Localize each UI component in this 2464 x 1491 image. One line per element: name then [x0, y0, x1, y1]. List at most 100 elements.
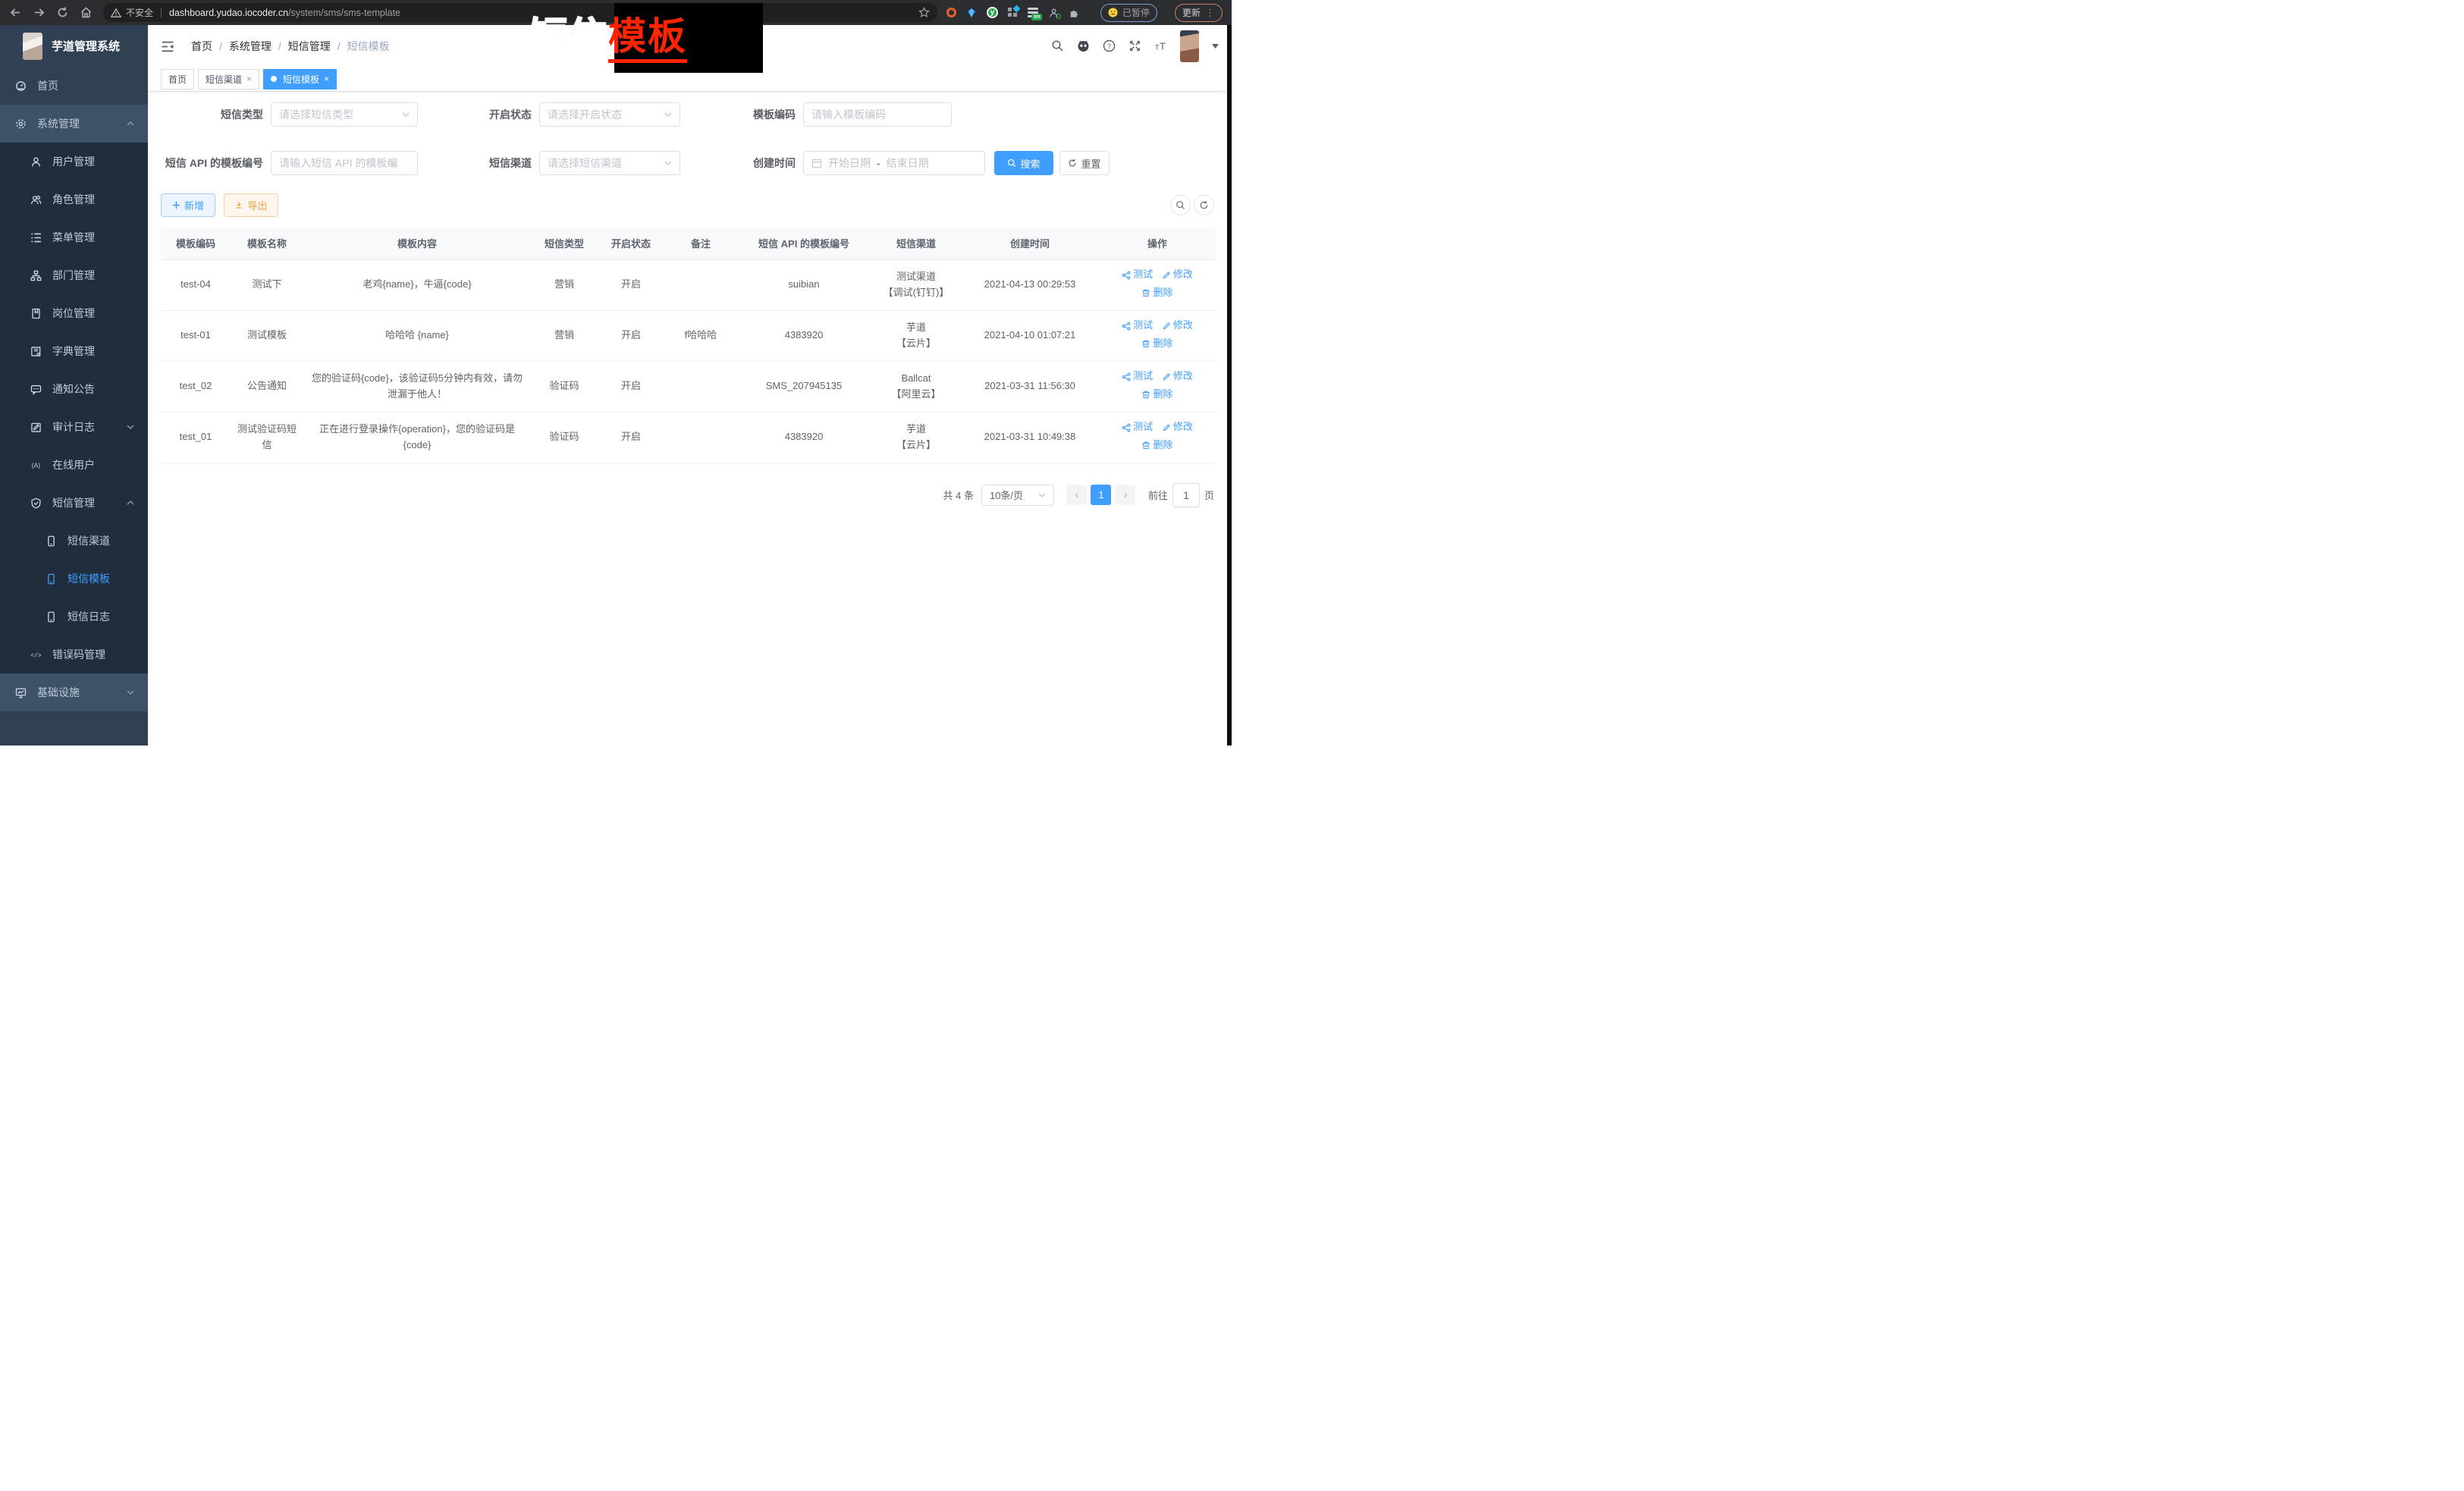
sidebar-item-sms-channel[interactable]: 短信渠道	[0, 522, 148, 560]
ext-user-search-icon[interactable]	[1049, 8, 1059, 18]
fullscreen-icon[interactable]	[1128, 39, 1141, 52]
delete-link[interactable]: 删除	[1141, 336, 1172, 352]
sidebar-item-menu-mgmt[interactable]: 菜单管理	[0, 218, 148, 256]
emoji-face-icon	[1108, 8, 1118, 17]
security-chip[interactable]: 不安全	[111, 6, 153, 19]
page-url[interactable]: dashboard.yudao.iocoder.cn/system/sms/sm…	[169, 8, 400, 18]
edit-icon	[1162, 271, 1171, 280]
tab-home[interactable]: 首页	[161, 69, 194, 89]
chevron-down-icon	[1038, 493, 1046, 498]
end-date-placeholder[interactable]: 结束日期	[887, 155, 929, 171]
ext-grid-icon[interactable]	[1008, 8, 1018, 17]
app-logo[interactable]: 芋道管理系统	[0, 25, 148, 67]
breadcrumb-sms[interactable]: 短信管理	[288, 39, 347, 54]
trash-icon	[1141, 288, 1150, 297]
date-range-picker[interactable]: 开始日期 - 结束日期	[803, 151, 985, 175]
user-avatar[interactable]	[1180, 30, 1199, 62]
bookmark-star-icon[interactable]	[918, 7, 930, 18]
search-button[interactable]: 搜索	[994, 151, 1053, 175]
caret-down-icon[interactable]	[1212, 44, 1219, 49]
add-button[interactable]: 新增	[161, 193, 215, 217]
tab-sms-template[interactable]: 短信模板	[263, 69, 337, 89]
sidebar-item-home[interactable]: 首页	[0, 67, 148, 105]
col-api-template-id: 短信 API 的模板编号	[737, 228, 871, 259]
reload-icon[interactable]	[56, 6, 69, 19]
share-icon	[1122, 322, 1131, 331]
back-icon[interactable]	[9, 6, 22, 19]
home-icon[interactable]	[80, 6, 93, 19]
table-header-row: 模板编码 模板名称 模板内容 短信类型 开启状态 备注 短信 API 的模板编号…	[161, 228, 1216, 259]
sidebar-item-post-mgmt[interactable]: 岗位管理	[0, 294, 148, 332]
table-tools	[1170, 195, 1214, 215]
chevron-down-icon	[402, 112, 410, 117]
reset-button[interactable]: 重置	[1059, 151, 1110, 175]
ext-gem-icon[interactable]	[966, 8, 977, 18]
phone-icon	[46, 611, 57, 623]
ext-y-icon[interactable]: y	[987, 7, 998, 18]
github-icon[interactable]	[1077, 39, 1090, 52]
edit-icon	[1162, 423, 1171, 432]
sms-type-select[interactable]: 请选择短信类型	[271, 102, 418, 127]
sidebar-item-sms-log[interactable]: 短信日志	[0, 598, 148, 636]
extensions-puzzle-icon[interactable]	[1069, 8, 1080, 18]
sidebar-item-online-users[interactable]: (A) 在线用户	[0, 446, 148, 484]
collapse-sidebar-icon[interactable]	[161, 40, 174, 52]
test-link[interactable]: 测试	[1122, 318, 1153, 334]
sidebar-item-sms-template[interactable]: 短信模板	[0, 560, 148, 598]
status-select[interactable]: 请选择开启状态	[539, 102, 680, 127]
test-link[interactable]: 测试	[1122, 267, 1153, 283]
sidebar-item-label: 首页	[37, 78, 58, 93]
ext-paused-pill[interactable]: 已暂停	[1100, 4, 1157, 22]
edit-link[interactable]: 修改	[1162, 419, 1193, 435]
ext-list-icon[interactable]: on	[1028, 8, 1039, 17]
sidebar-item-user-mgmt[interactable]: 用户管理	[0, 143, 148, 180]
breadcrumb-home[interactable]: 首页	[191, 39, 229, 54]
browser-update-pill[interactable]: 更新	[1175, 4, 1223, 22]
sidebar-item-sms-mgmt[interactable]: 短信管理	[0, 484, 148, 522]
current-page[interactable]: 1	[1091, 485, 1111, 505]
ext-orange-ring-icon[interactable]	[946, 8, 956, 17]
forward-icon[interactable]	[33, 6, 46, 19]
delete-link[interactable]: 删除	[1141, 438, 1172, 454]
help-icon[interactable]: ?	[1103, 39, 1116, 52]
font-size-icon[interactable]: TT	[1154, 39, 1167, 52]
sidebar-item-error-code-mgmt[interactable]: </> 错误码管理	[0, 636, 148, 673]
address-bar[interactable]: 不安全 dashboard.yudao.iocoder.cn/system/sm…	[103, 3, 937, 22]
test-link[interactable]: 测试	[1122, 419, 1153, 435]
api-template-id-input[interactable]	[271, 151, 418, 175]
edit-link[interactable]: 修改	[1162, 267, 1193, 283]
delete-link[interactable]: 删除	[1141, 387, 1172, 403]
search-icon[interactable]	[1051, 39, 1064, 52]
edit-link[interactable]: 修改	[1162, 318, 1193, 334]
omnibox-divider	[161, 8, 162, 18]
tag-view-bar: 首页 短信渠道 短信模板	[148, 67, 1227, 92]
refresh-button[interactable]	[1194, 195, 1214, 215]
sidebar-item-dict-mgmt[interactable]: 字典管理	[0, 332, 148, 370]
next-page-button[interactable]	[1115, 485, 1135, 505]
sidebar-item-notice-mgmt[interactable]: 通知公告	[0, 370, 148, 408]
delete-link[interactable]: 删除	[1141, 285, 1172, 301]
download-icon	[234, 201, 243, 210]
template-code-input[interactable]	[803, 102, 952, 127]
close-icon[interactable]	[246, 74, 252, 84]
test-link[interactable]: 测试	[1122, 369, 1153, 385]
breadcrumb-system[interactable]: 系统管理	[229, 39, 288, 54]
tab-sms-channel[interactable]: 短信渠道	[198, 69, 259, 89]
export-button[interactable]: 导出	[224, 193, 278, 217]
page-size-select[interactable]: 10条/页	[981, 485, 1054, 506]
edit-link[interactable]: 修改	[1162, 369, 1193, 385]
channel-select[interactable]: 请选择短信渠道	[539, 151, 680, 175]
sidebar-item-infrastructure[interactable]: 基础设施	[0, 673, 148, 711]
sidebar-item-audit-log[interactable]: 审计日志	[0, 408, 148, 446]
goto-page-input[interactable]	[1172, 483, 1200, 507]
sidebar-item-dept-mgmt[interactable]: 部门管理	[0, 256, 148, 294]
start-date-placeholder[interactable]: 开始日期	[828, 155, 871, 171]
sidebar-item-role-mgmt[interactable]: 角色管理	[0, 180, 148, 218]
search-toggle-button[interactable]	[1170, 195, 1191, 215]
sidebar-item-system-mgmt[interactable]: 系统管理	[0, 105, 148, 143]
prev-page-button[interactable]	[1066, 485, 1087, 505]
share-icon	[1122, 372, 1131, 381]
audit-icon	[30, 422, 42, 433]
browser-menu-icon[interactable]	[1205, 7, 1215, 19]
close-icon[interactable]	[324, 74, 329, 84]
